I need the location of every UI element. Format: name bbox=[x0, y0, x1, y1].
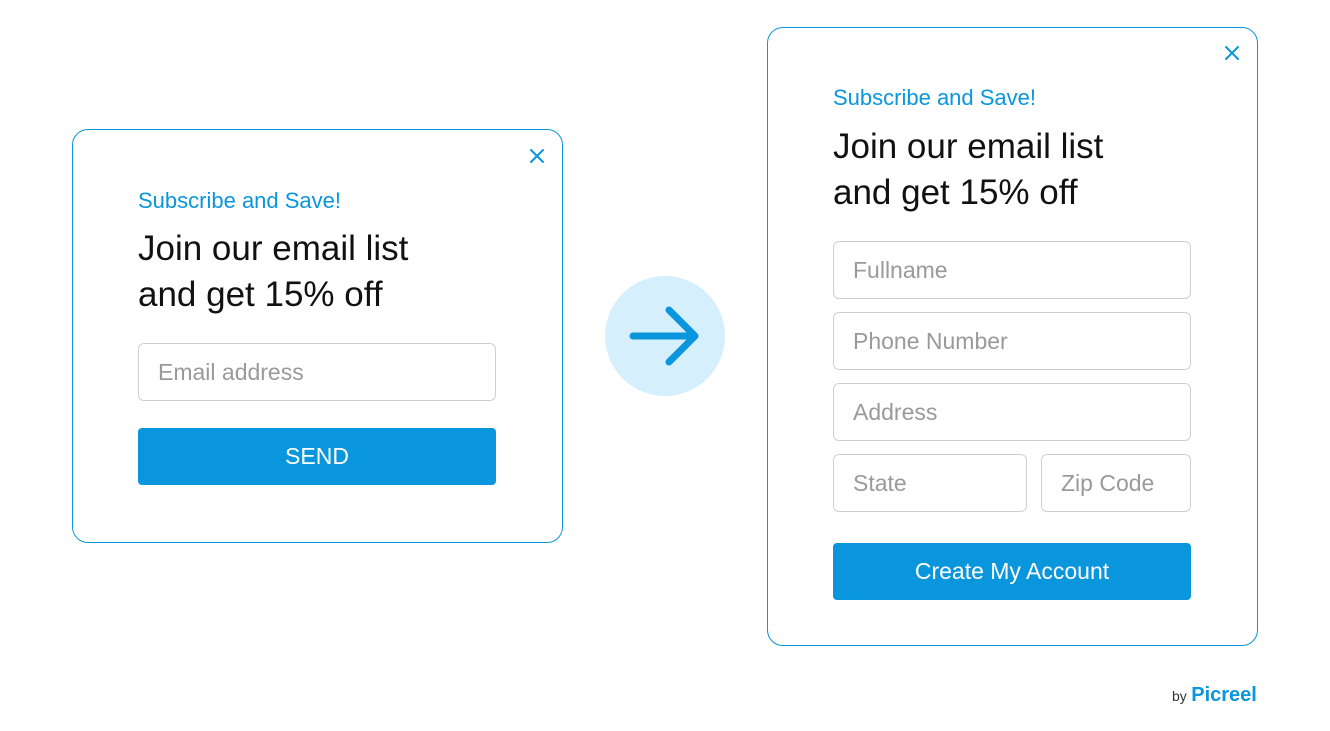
headline-line-1: Join our email list bbox=[833, 127, 1104, 166]
popup-headline: Join our email list and get 15% off bbox=[833, 124, 1193, 216]
popup-headline: Join our email list and get 15% off bbox=[138, 226, 498, 318]
create-account-button[interactable]: Create My Account bbox=[833, 543, 1191, 600]
popup-eyebrow: Subscribe and Save! bbox=[833, 85, 1037, 110]
email-field[interactable] bbox=[138, 343, 496, 401]
phone-number-field[interactable] bbox=[833, 312, 1191, 370]
headline-line-2: and get 15% off bbox=[833, 173, 1078, 212]
close-icon[interactable] bbox=[529, 148, 545, 164]
arrow-right-icon bbox=[629, 306, 699, 366]
state-field[interactable] bbox=[833, 454, 1027, 512]
branding: by Picreel bbox=[1172, 684, 1257, 707]
fullname-field[interactable] bbox=[833, 241, 1191, 299]
popup-eyebrow: Subscribe and Save! bbox=[138, 188, 342, 213]
full-signup-popup: Subscribe and Save! Join our email list … bbox=[767, 27, 1258, 646]
close-icon[interactable] bbox=[1224, 45, 1240, 61]
picreel-logo: Picreel bbox=[1191, 684, 1257, 706]
branding-prefix: by bbox=[1172, 688, 1187, 704]
transition-arrow bbox=[605, 276, 725, 396]
zip-code-field[interactable] bbox=[1041, 454, 1191, 512]
headline-line-1: Join our email list bbox=[138, 229, 409, 268]
address-field[interactable] bbox=[833, 383, 1191, 441]
headline-line-2: and get 15% off bbox=[138, 275, 383, 314]
simple-signup-popup: Subscribe and Save! Join our email list … bbox=[72, 129, 563, 543]
send-button[interactable]: SEND bbox=[138, 428, 496, 485]
